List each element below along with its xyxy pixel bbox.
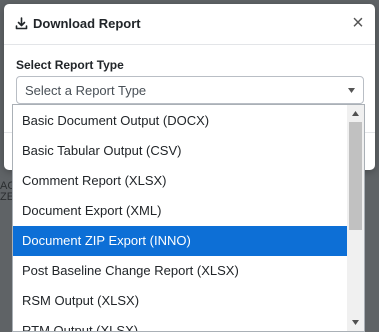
- modal-title: Download Report: [33, 16, 141, 31]
- download-icon: [15, 17, 28, 30]
- dropdown-option[interactable]: Basic Tabular Output (CSV): [13, 136, 347, 166]
- scrollbar-thumb[interactable]: [349, 122, 362, 230]
- dropdown-option[interactable]: RSM Output (XLSX): [13, 286, 347, 316]
- report-type-label: Select Report Type: [16, 58, 124, 72]
- dropdown-option-selected[interactable]: Document ZIP Export (INNO): [13, 226, 347, 256]
- caret-down-icon: [348, 88, 355, 93]
- scroll-down-icon[interactable]: [352, 320, 359, 325]
- report-type-select-value: Select a Report Type: [25, 83, 147, 98]
- dropdown-option[interactable]: Post Baseline Change Report (XLSX): [13, 256, 347, 286]
- dropdown-option[interactable]: Comment Report (XLSX): [13, 166, 347, 196]
- modal-header: Download Report ×: [4, 4, 375, 45]
- close-icon[interactable]: ×: [350, 13, 366, 33]
- scroll-up-icon[interactable]: [352, 111, 359, 116]
- dropdown-option[interactable]: RTM Output (XLSX): [13, 316, 347, 331]
- dropdown-option[interactable]: Basic Document Output (DOCX): [13, 106, 347, 136]
- dropdown-scrollbar[interactable]: [347, 105, 364, 331]
- report-type-dropdown[interactable]: Basic Document Output (DOCX) Basic Tabul…: [12, 104, 365, 332]
- dropdown-option[interactable]: Document Export (XML): [13, 196, 347, 226]
- report-type-select[interactable]: Select a Report Type: [16, 76, 364, 104]
